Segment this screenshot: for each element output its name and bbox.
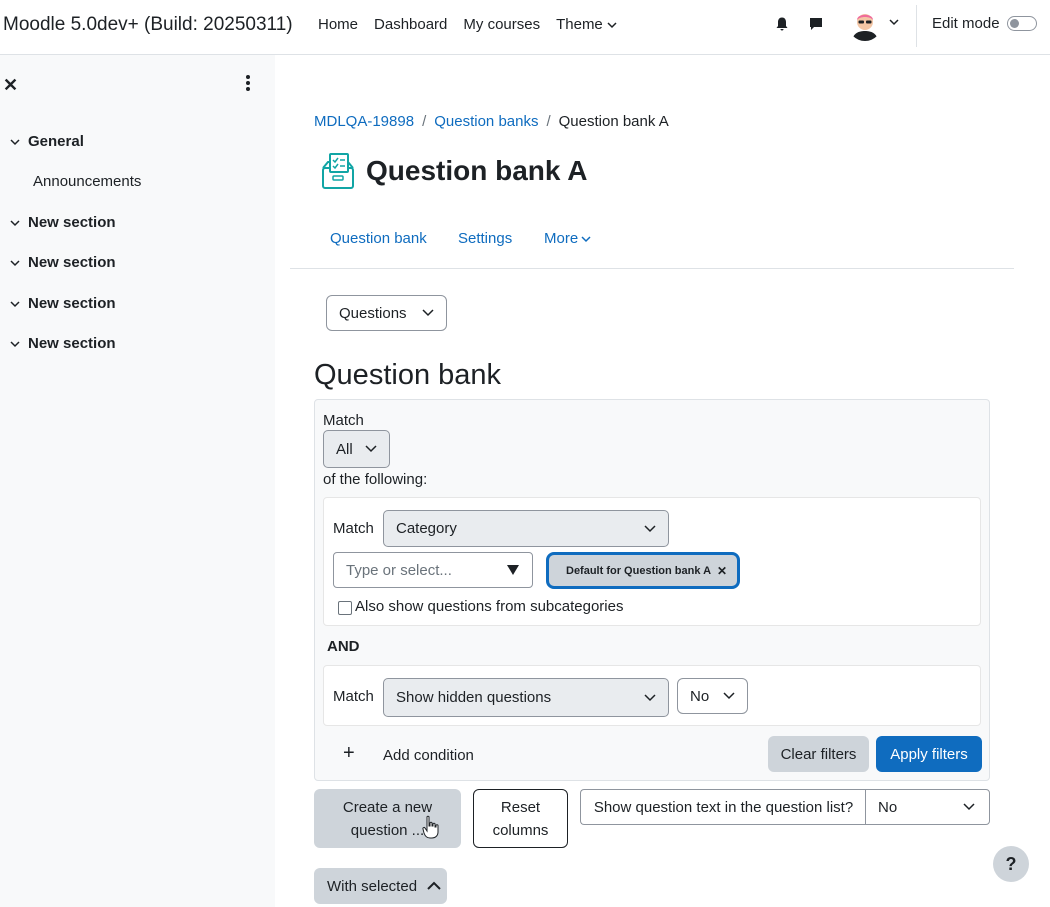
section-label: New section — [28, 335, 116, 352]
of-following-label: of the following: — [323, 471, 428, 488]
selected-category-pill[interactable]: Default for Question bank A ✕ — [546, 552, 740, 589]
match-all-select[interactable]: All — [323, 430, 390, 468]
edit-mode-toggle[interactable] — [1007, 16, 1037, 31]
create-question-line1: Create a new — [342, 798, 433, 816]
condition-type-value: Show hidden questions — [396, 689, 552, 706]
question-bank-icon — [322, 153, 354, 189]
category-search-placeholder: Type or select... — [346, 561, 452, 579]
apply-filters-button[interactable]: Apply filters — [876, 736, 982, 772]
condition-type-value: Category — [396, 520, 457, 537]
section-label: New section — [28, 214, 116, 231]
section-label: New section — [28, 295, 116, 312]
tab-question-bank[interactable]: Question bank — [330, 230, 427, 247]
top-navbar: Moodle 5.0dev+ (Build: 20250311) Home Da… — [0, 0, 1050, 55]
match-all-value: All — [336, 440, 353, 458]
chevron-down-icon — [10, 300, 20, 307]
chevron-down-icon — [607, 21, 617, 28]
plus-icon[interactable]: + — [343, 743, 355, 763]
help-button[interactable]: ? — [993, 846, 1029, 882]
section-label: New section — [28, 254, 116, 271]
course-section[interactable]: New section — [10, 214, 116, 231]
chevron-down-icon — [422, 309, 434, 317]
avatar-image — [848, 7, 882, 41]
chat-icon[interactable] — [808, 16, 824, 32]
primary-navigation: Home Dashboard My courses Theme — [318, 16, 633, 33]
nav-home[interactable]: Home — [318, 16, 358, 33]
tab-more[interactable]: More — [544, 230, 591, 247]
subcategories-label: Also show questions from subcategories — [355, 598, 624, 615]
section-heading: Question bank — [314, 359, 502, 391]
chevron-down-icon — [10, 219, 20, 226]
chevron-down-icon — [10, 138, 20, 145]
course-section[interactable]: New section — [10, 335, 116, 352]
match-label: Match — [323, 412, 364, 429]
chevron-down-icon — [10, 259, 20, 266]
tab-settings[interactable]: Settings — [458, 230, 512, 247]
page-title: Question bank A — [366, 155, 588, 186]
clear-filters-button[interactable]: Clear filters — [768, 736, 869, 772]
breadcrumb: MDLQA-19898 / Question banks / Question … — [314, 113, 669, 130]
edit-mode-label: Edit mode — [932, 15, 1000, 32]
bell-icon[interactable] — [774, 16, 790, 32]
more-options-icon[interactable] — [246, 75, 252, 93]
filter-condition-hidden: Match Show hidden questions No — [323, 665, 981, 726]
filter-condition-category: Match Category Type or select... Default… — [323, 497, 981, 626]
course-section-general[interactable]: General — [10, 133, 84, 150]
nav-divider — [916, 5, 917, 47]
course-index-drawer: ✕ General Announcements New section New … — [0, 55, 275, 907]
section-label: General — [28, 133, 84, 150]
create-question-line2: question ... — [350, 821, 425, 839]
chevron-up-icon — [427, 881, 441, 890]
breadcrumb-current: Question bank A — [558, 113, 669, 130]
breadcrumb-course[interactable]: MDLQA-19898 — [314, 113, 414, 130]
nav-dashboard[interactable]: Dashboard — [374, 16, 447, 33]
chevron-down-icon — [644, 693, 656, 701]
selected-category-label: Default for Question bank A — [566, 564, 712, 577]
view-select[interactable]: Questions — [326, 295, 447, 331]
site-name[interactable]: Moodle 5.0dev+ (Build: 20250311) — [3, 14, 293, 36]
chevron-down-icon — [644, 524, 656, 532]
add-condition-button[interactable]: Add condition — [383, 747, 474, 764]
reset-columns-line1: Reset — [500, 798, 541, 816]
reset-columns-line2: columns — [492, 821, 549, 839]
chevron-down-icon — [963, 803, 975, 811]
course-section[interactable]: New section — [10, 254, 116, 271]
breadcrumb-question-banks[interactable]: Question banks — [434, 113, 538, 130]
chevron-down-icon — [10, 340, 20, 347]
chevron-down-icon[interactable] — [889, 18, 899, 26]
condition-match-label: Match — [333, 688, 374, 705]
nav-my-courses[interactable]: My courses — [463, 16, 540, 33]
secondary-navigation: Question bank Settings More — [290, 228, 1014, 269]
with-selected-label: With selected — [327, 877, 418, 895]
with-selected-button[interactable]: With selected — [314, 868, 447, 904]
category-search-input[interactable]: Type or select... — [333, 552, 533, 588]
hidden-questions-value-select[interactable]: No — [677, 678, 748, 714]
view-select-value: Questions — [339, 304, 407, 322]
nav-theme-label: Theme — [556, 16, 603, 33]
chevron-down-icon — [581, 235, 591, 242]
show-question-text-value: No — [878, 798, 898, 816]
course-section[interactable]: New section — [10, 295, 116, 312]
user-avatar[interactable] — [848, 7, 882, 41]
condition-type-select[interactable]: Category — [383, 510, 669, 547]
condition-type-select[interactable]: Show hidden questions — [383, 678, 669, 717]
chevron-down-icon — [723, 692, 735, 700]
filter-panel: Match All of the following: Match Catego… — [314, 399, 990, 781]
show-question-text-label: Show question text in the question list? — [580, 789, 866, 825]
hidden-questions-value: No — [690, 687, 710, 705]
reset-columns-button[interactable]: Reset columns — [473, 789, 568, 848]
remove-icon[interactable]: ✕ — [717, 564, 727, 578]
tab-more-label: More — [544, 230, 579, 247]
hand-cursor-icon — [422, 815, 439, 839]
chevron-down-icon — [365, 445, 377, 453]
nav-theme-menu[interactable]: Theme — [556, 16, 617, 33]
condition-match-label: Match — [333, 520, 374, 537]
caret-down-icon — [507, 565, 519, 575]
activity-announcements[interactable]: Announcements — [33, 173, 141, 190]
show-question-text-select[interactable]: No — [865, 789, 990, 825]
join-label: AND — [327, 638, 360, 655]
subcategories-checkbox[interactable] — [338, 601, 352, 615]
close-icon[interactable]: ✕ — [3, 75, 18, 96]
